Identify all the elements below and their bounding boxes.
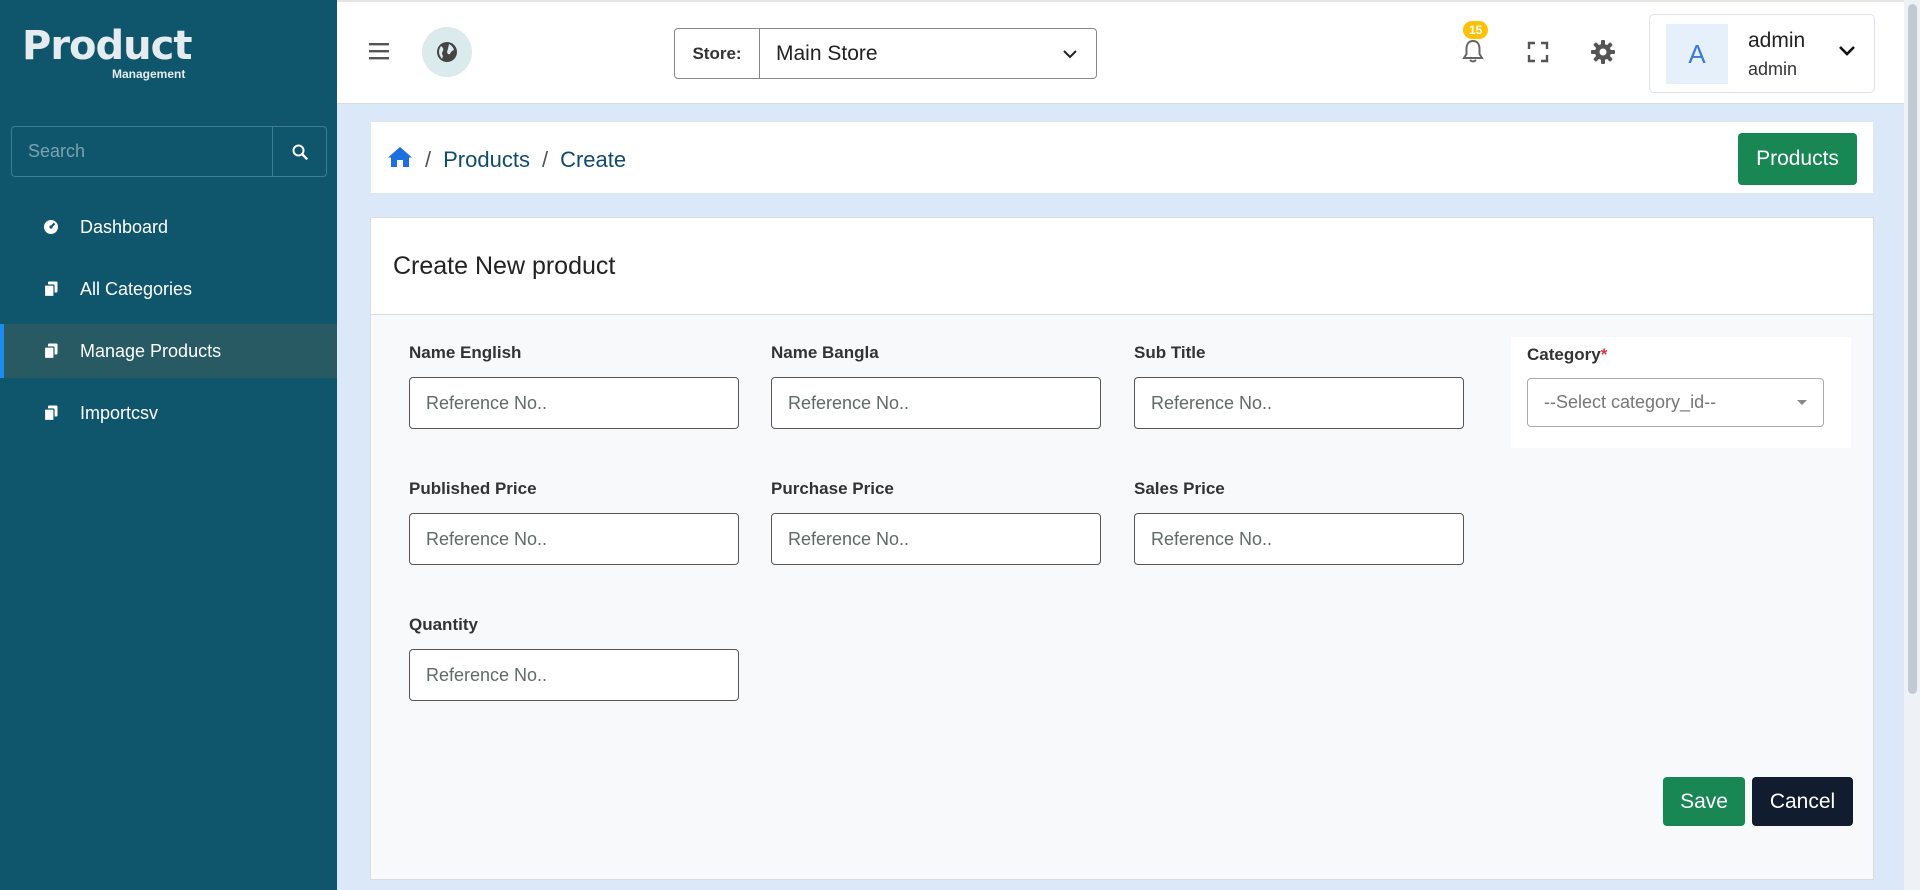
name-bangla-input[interactable] <box>771 377 1101 429</box>
quantity-input[interactable] <box>409 649 739 701</box>
chevron-down-icon <box>1838 44 1856 62</box>
page-title: Create New product <box>371 218 1873 315</box>
sub-title-group: Sub Title <box>1134 343 1464 429</box>
sidebar-search <box>11 126 327 177</box>
sidebar-item-importcsv[interactable]: Importcsv <box>0 386 337 440</box>
store-selector[interactable]: Store: Main Store <box>674 28 1097 79</box>
dashboard-icon <box>42 219 60 235</box>
published-price-group: Published Price <box>409 479 739 565</box>
quantity-group: Quantity <box>409 615 739 701</box>
scrollbar-thumb[interactable] <box>1908 4 1917 694</box>
sidebar-item-all-categories[interactable]: All Categories <box>0 262 337 316</box>
sub-title-input[interactable] <box>1134 377 1464 429</box>
chevron-down-icon <box>1044 29 1096 78</box>
purchase-price-group: Purchase Price <box>771 479 1101 565</box>
breadcrumb-separator: / <box>425 147 432 172</box>
products-button[interactable]: Products <box>1738 133 1857 185</box>
sidebar-item-label: Dashboard <box>80 216 169 237</box>
store-value: Main Store <box>776 41 878 65</box>
published-price-input[interactable] <box>409 513 739 565</box>
create-product-card: Create New product Name English Name Ban… <box>370 217 1874 880</box>
logo-subtext: Management <box>112 67 186 81</box>
search-icon <box>292 144 308 160</box>
search-input[interactable] <box>12 127 272 176</box>
purchase-price-label: Purchase Price <box>771 479 894 498</box>
purchase-price-input[interactable] <box>771 513 1101 565</box>
quantity-label: Quantity <box>409 615 478 634</box>
gear-icon[interactable] <box>1590 39 1616 70</box>
bell-icon <box>1462 39 1484 63</box>
copy-icon <box>42 343 60 359</box>
sub-title-label: Sub Title <box>1134 343 1206 362</box>
sidebar: Product Management Dashboard All Categor… <box>0 0 337 890</box>
home-icon[interactable] <box>387 145 413 175</box>
sales-price-label: Sales Price <box>1134 479 1225 498</box>
notification-badge: 15 <box>1463 21 1489 39</box>
sidebar-nav: Dashboard All Categories Manage Products… <box>0 200 337 448</box>
sidebar-item-dashboard[interactable]: Dashboard <box>0 200 337 254</box>
breadcrumb-bar: / Products / Create Products <box>371 122 1873 193</box>
sidebar-item-label: All Categories <box>80 278 193 299</box>
sidebar-item-label: Importcsv <box>80 402 159 423</box>
sidebar-item-label: Manage Products <box>80 340 222 361</box>
name-english-input[interactable] <box>409 377 739 429</box>
language-button[interactable] <box>422 27 472 77</box>
logo[interactable]: Product Management <box>22 23 192 81</box>
user-menu[interactable]: A admin admin <box>1649 14 1875 93</box>
store-label: Store: <box>675 29 760 78</box>
logo-text: Product <box>22 23 192 69</box>
name-bangla-label: Name Bangla <box>771 343 879 362</box>
sales-price-group: Sales Price <box>1134 479 1464 565</box>
required-mark: * <box>1600 345 1608 364</box>
category-placeholder: --Select category_id-- <box>1544 392 1717 412</box>
search-button[interactable] <box>272 127 326 176</box>
caret-down-icon <box>1797 400 1807 405</box>
user-role: admin <box>1748 59 1798 79</box>
fullscreen-icon[interactable] <box>1527 41 1549 68</box>
cancel-button[interactable]: Cancel <box>1752 777 1853 826</box>
notifications-button[interactable] <box>1462 38 1484 69</box>
save-button[interactable]: Save <box>1663 777 1745 826</box>
avatar: A <box>1666 24 1728 84</box>
name-bangla-group: Name Bangla <box>771 343 1101 429</box>
menu-toggle-icon[interactable] <box>368 40 390 67</box>
name-english-label: Name English <box>409 343 522 362</box>
published-price-label: Published Price <box>409 479 537 498</box>
globe-icon <box>437 42 457 62</box>
category-group: Category* --Select category_id-- <box>1511 337 1851 448</box>
category-label: Category* <box>1527 345 1608 364</box>
breadcrumb-products[interactable]: Products <box>443 147 530 173</box>
breadcrumb-separator: / <box>541 147 549 172</box>
copy-icon <box>42 281 60 297</box>
copy-icon <box>42 405 60 421</box>
page-scrollbar[interactable] <box>1904 0 1920 890</box>
breadcrumb: / Products / Create <box>387 145 626 175</box>
top-header: Store: Main Store 15 A admin admin <box>337 0 1920 104</box>
name-english-group: Name English <box>409 343 739 429</box>
sales-price-input[interactable] <box>1134 513 1464 565</box>
category-select[interactable]: --Select category_id-- <box>1527 378 1824 427</box>
sidebar-item-manage-products[interactable]: Manage Products <box>0 324 337 378</box>
user-name: admin <box>1748 29 1806 52</box>
breadcrumb-create[interactable]: Create <box>560 147 626 173</box>
